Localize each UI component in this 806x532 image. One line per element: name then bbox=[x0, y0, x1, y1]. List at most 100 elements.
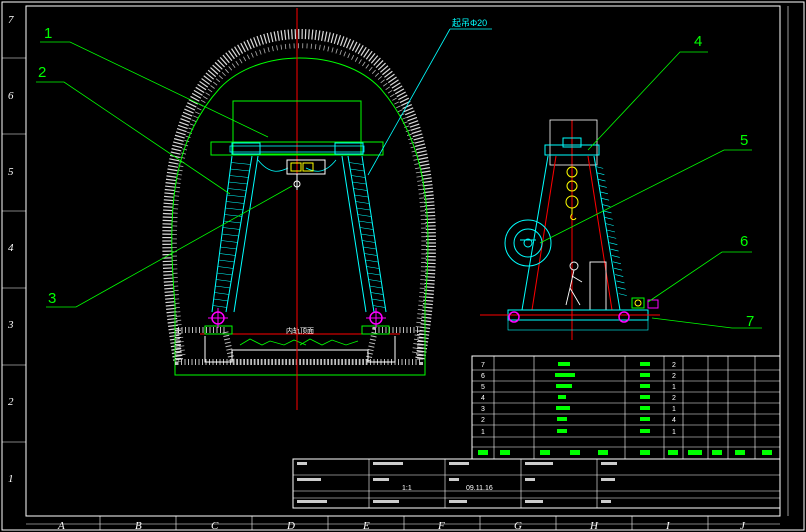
part-qty-4: 2 bbox=[672, 395, 676, 402]
leader-label-5: 5 bbox=[740, 132, 748, 149]
leader-label-4: 4 bbox=[694, 33, 702, 50]
part-no-5: 5 bbox=[481, 384, 485, 391]
part-no-3: 3 bbox=[481, 406, 485, 413]
lattice-rung bbox=[618, 293, 627, 296]
leader-label-3: 3 bbox=[48, 290, 56, 307]
lattice-rung bbox=[366, 266, 380, 269]
lattice-rung bbox=[367, 272, 381, 276]
hoist-annotation: 起吊Φ20 bbox=[452, 18, 487, 28]
lattice-rung bbox=[606, 229, 616, 233]
lattice-rung bbox=[359, 227, 374, 230]
lattice-rung bbox=[601, 197, 610, 201]
lattice-rung bbox=[218, 259, 235, 263]
ruler-left-7: 7 bbox=[8, 14, 14, 26]
lattice-rung bbox=[364, 253, 378, 256]
ruler-bottom-ticks bbox=[99, 516, 709, 530]
title-block-field-marks bbox=[297, 462, 617, 503]
lattice-rung bbox=[231, 162, 251, 165]
title-block-scale: 1:1 bbox=[402, 485, 412, 492]
gantry-left-leg bbox=[211, 155, 259, 313]
leader-label-1: 1 bbox=[44, 25, 52, 42]
parts-list-row-4: 4 2 bbox=[481, 395, 676, 402]
lattice-rung bbox=[216, 279, 232, 282]
floor-debris bbox=[239, 338, 359, 346]
lattice-rung bbox=[365, 259, 379, 263]
lattice-rung bbox=[221, 240, 238, 243]
ruler-bottom-d: D bbox=[286, 520, 295, 532]
leader-label-6: 6 bbox=[740, 233, 748, 250]
part-no-2: 2 bbox=[481, 417, 485, 424]
side-drive-unit bbox=[631, 297, 659, 309]
lattice-rung bbox=[220, 246, 237, 250]
lattice-rung bbox=[351, 175, 366, 178]
side-top-frame bbox=[549, 119, 598, 166]
ruler-left-1: 1 bbox=[8, 473, 14, 485]
ruler-bottom-g: G bbox=[514, 520, 522, 532]
outer-frame bbox=[1, 1, 805, 531]
ruler-bottom-e: E bbox=[362, 520, 370, 532]
parts-list-table: 7 2 6 2 5 1 4 2 3 1 2 4 1 1 bbox=[471, 355, 781, 460]
lattice-rung bbox=[614, 267, 623, 271]
lattice-rung bbox=[616, 280, 625, 284]
lattice-rung bbox=[221, 233, 240, 237]
lattice-rung bbox=[230, 168, 250, 172]
lattice-rung bbox=[357, 214, 372, 217]
lattice-rung bbox=[617, 286, 626, 290]
lattice-rung bbox=[608, 236, 617, 239]
lattice-rung bbox=[226, 201, 245, 204]
part-qty-6: 2 bbox=[672, 373, 676, 380]
title-block-date: 09.11.16 bbox=[466, 485, 493, 492]
ruler-bottom-a: A bbox=[57, 520, 65, 532]
lattice-rung bbox=[350, 168, 365, 172]
leader-label-2: 2 bbox=[38, 64, 46, 81]
side-view: 4 5 6 7 bbox=[480, 33, 762, 340]
lattice-rung bbox=[604, 216, 613, 220]
lattice-rung bbox=[605, 223, 614, 226]
part-no-7: 7 bbox=[481, 362, 485, 369]
front-view: 内轨顶面 起吊Φ20 1 2 3 bbox=[36, 8, 492, 410]
lattice-rung bbox=[599, 191, 608, 195]
part-no-6: 6 bbox=[481, 373, 485, 380]
lattice-rung bbox=[602, 204, 611, 207]
ruler-bottom-f: F bbox=[437, 520, 445, 532]
lattice-rung bbox=[612, 261, 621, 265]
part-qty-5: 1 bbox=[672, 384, 676, 391]
lattice-rung bbox=[610, 248, 619, 252]
part-no-1: 1 bbox=[481, 429, 485, 436]
lattice-rung bbox=[360, 233, 375, 237]
lattice-rung bbox=[615, 274, 624, 277]
leader-line-6 bbox=[647, 251, 752, 303]
parts-list-row-1: 1 1 bbox=[481, 429, 676, 436]
gantry-left-leg-rungs bbox=[212, 162, 251, 308]
parts-list-row-5: 5 1 bbox=[481, 384, 676, 391]
drawing-frame bbox=[25, 5, 781, 517]
lattice-rung bbox=[216, 272, 233, 276]
lattice-rung bbox=[349, 162, 364, 165]
lattice-rung bbox=[212, 305, 228, 308]
hoist-trolley bbox=[286, 159, 326, 190]
part-qty-7: 2 bbox=[672, 362, 676, 369]
part-qty-1: 1 bbox=[672, 429, 676, 436]
ruler-bottom-c: C bbox=[211, 520, 219, 532]
control-cabinet bbox=[589, 261, 607, 311]
lattice-rung bbox=[228, 181, 248, 185]
lattice-rung bbox=[603, 210, 612, 214]
part-no-4: 4 bbox=[481, 395, 485, 402]
ruler-left-4: 4 bbox=[8, 242, 14, 254]
leader-line-2 bbox=[36, 81, 231, 195]
cad-drawing-sheet: 7 6 5 4 3 2 1 A B C D E F G H I J 内轨顶面 起… bbox=[1, 1, 805, 532]
lattice-rung bbox=[225, 207, 244, 211]
left-wheel-assembly bbox=[204, 308, 233, 335]
lattice-rung bbox=[353, 188, 368, 191]
lattice-rung bbox=[219, 253, 236, 256]
lattice-rung bbox=[217, 266, 234, 269]
lattice-rung bbox=[597, 178, 606, 182]
lattice-rung bbox=[609, 242, 618, 246]
ruler-left-2: 2 bbox=[8, 396, 14, 408]
ruler-left-3: 3 bbox=[7, 319, 14, 331]
gantry-right-leg bbox=[341, 155, 387, 313]
lattice-rung bbox=[356, 207, 371, 211]
leader-label-7: 7 bbox=[746, 313, 754, 330]
lattice-rung bbox=[227, 188, 247, 191]
tunnel-floor-trench bbox=[204, 336, 396, 363]
